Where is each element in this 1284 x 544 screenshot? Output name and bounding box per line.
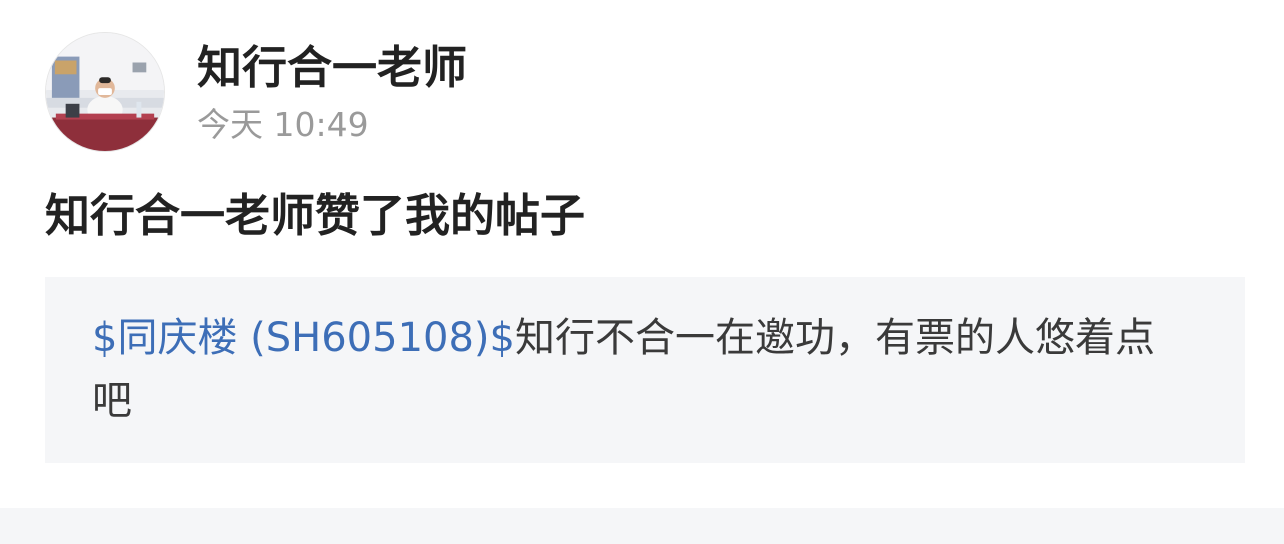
quoted-post[interactable]: $同庆楼 (SH605108)$知行不合一在邀功，有票的人悠着点吧 — [45, 277, 1245, 463]
avatar[interactable] — [45, 32, 165, 152]
author-name[interactable]: 知行合一老师 — [197, 40, 467, 96]
post-timestamp: 今天 10:49 — [197, 105, 369, 144]
section-divider — [0, 508, 1284, 544]
quoted-post-text: $同庆楼 (SH605108)$知行不合一在邀功，有票的人悠着点吧 — [92, 307, 1185, 433]
stock-link[interactable]: $同庆楼 (SH605108)$ — [92, 315, 515, 361]
notification-message: 知行合一老师赞了我的帖子 — [45, 189, 586, 242]
avatar-photo-icon — [46, 33, 164, 151]
notification-card[interactable]: 知行合一老师 今天 10:49 知行合一老师赞了我的帖子 $同庆楼 (SH605… — [0, 0, 1284, 544]
